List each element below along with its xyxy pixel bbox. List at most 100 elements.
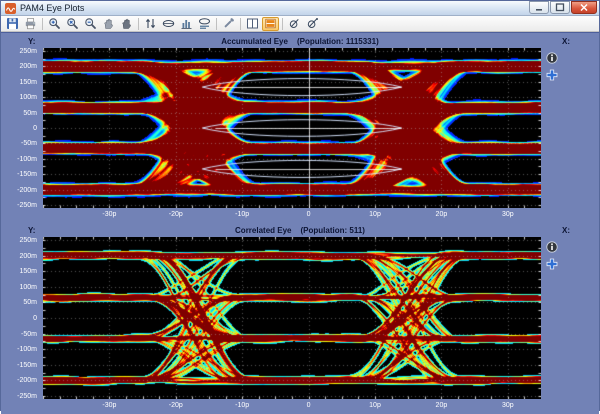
histogram-vertical-icon [180, 17, 193, 30]
titlebar[interactable]: PAM4 Eye Plots [1, 1, 599, 16]
x-axis-indicator: X: [562, 226, 570, 235]
print-icon [24, 17, 37, 30]
layout-rows-button[interactable] [262, 17, 279, 31]
population-label: (Population: 511) [301, 226, 365, 235]
wrench-icon [222, 17, 235, 30]
x-tick-label: 0 [307, 402, 311, 409]
pan-hand-alt-icon [120, 17, 133, 30]
x-tick-label: -20p [169, 402, 183, 409]
y-tick-label: 50m [23, 109, 37, 118]
correlated-eye-plot: Y: Correlated Eye(Population: 511) X: 25… [1, 224, 599, 413]
layout-columns-button[interactable] [244, 17, 261, 31]
toolbar-separator [42, 18, 43, 30]
maximize-button[interactable] [550, 1, 570, 14]
plot-header: Y: Correlated Eye(Population: 511) X: [1, 224, 599, 237]
y-tick-label: 150m [19, 267, 37, 276]
y-tick-label: 0 [33, 314, 37, 323]
y-tick-label: -50m [21, 139, 37, 148]
y-tick-label: 150m [19, 78, 37, 87]
population-label: (Population: 1115331) [297, 37, 379, 46]
save-button[interactable] [4, 17, 21, 31]
maximize-icon [555, 3, 565, 12]
histogram-horizontal-button[interactable] [196, 17, 213, 31]
x-axis-labels: -30p-20p-10p010p20p30p [43, 400, 541, 413]
plot-info-button[interactable] [545, 240, 558, 253]
layout-columns-icon [246, 17, 259, 30]
plot-side-toolbar [545, 240, 558, 270]
x-tick-label: 30p [502, 402, 514, 409]
zoom-out-button[interactable] [82, 17, 99, 31]
plus-icon [546, 258, 558, 270]
toolbar [1, 16, 599, 32]
correlated-eye-canvas[interactable] [43, 237, 541, 399]
plot-info-button[interactable] [545, 51, 558, 64]
pan-alt-button[interactable] [118, 17, 135, 31]
histogram-vertical-button[interactable] [178, 17, 195, 31]
y-axis-labels: 250m200m150m100m50m0-50m-100m-150m-200m-… [1, 237, 40, 399]
slashed-circle-button[interactable] [286, 17, 303, 31]
y-tick-label: 200m [19, 252, 37, 261]
y-tick-label: 50m [23, 298, 37, 307]
info-icon [546, 241, 558, 253]
y-axis-labels: 250m200m150m100m50m0-50m-100m-150m-200m-… [1, 48, 40, 208]
y-tick-label: -200m [17, 186, 37, 195]
x-tick-label: 20p [436, 211, 448, 218]
x-tick-label: 10p [369, 211, 381, 218]
y-tick-label: -250m [17, 392, 37, 401]
settings-wrench-button[interactable] [220, 17, 237, 31]
y-tick-label: 250m [19, 236, 37, 245]
info-icon [546, 52, 558, 64]
toolbar-separator [216, 18, 217, 30]
plot-title: Correlated Eye(Population: 511) [1, 226, 599, 235]
save-icon [6, 17, 19, 30]
zoom-in-button[interactable] [46, 17, 63, 31]
pan-button[interactable] [100, 17, 117, 31]
add-marker-button[interactable] [545, 257, 558, 270]
x-tick-label: 30p [502, 211, 514, 218]
y-tick-label: 200m [19, 62, 37, 71]
x-tick-label: -30p [102, 402, 116, 409]
zoom-x-button[interactable] [64, 17, 81, 31]
zoom-out-icon [84, 17, 97, 30]
y-tick-label: -150m [17, 361, 37, 370]
accumulated-eye-canvas[interactable] [43, 48, 541, 208]
close-button[interactable] [571, 1, 597, 14]
plot-title-text: Accumulated Eye [221, 37, 288, 46]
x-axis-indicator: X: [562, 37, 570, 46]
y-tick-label: 100m [19, 283, 37, 292]
fit-vertical-button[interactable] [142, 17, 159, 31]
app-window: PAM4 Eye Plots [0, 0, 600, 411]
x-tick-label: -30p [102, 211, 116, 218]
x-axis-labels: -30p-20p-10p010p20p30p [43, 209, 541, 222]
window-title: PAM4 Eye Plots [20, 3, 529, 14]
accumulated-eye-plot: Y: Accumulated Eye(Population: 1115331) … [1, 35, 599, 223]
y-tick-label: -50m [21, 330, 37, 339]
y-tick-label: -200m [17, 376, 37, 385]
y-tick-label: -100m [17, 155, 37, 164]
toolbar-separator [282, 18, 283, 30]
app-icon [5, 3, 16, 14]
window-controls [529, 1, 597, 16]
client-area: Y: Accumulated Eye(Population: 1115331) … [1, 32, 599, 414]
layout-rows-icon [264, 17, 277, 30]
slashed-circle-alt-icon [306, 17, 319, 30]
x-tick-label: 20p [436, 402, 448, 409]
minimize-button[interactable] [529, 1, 549, 14]
x-tick-label: -20p [169, 211, 183, 218]
eye-mask-icon [162, 17, 175, 30]
plus-icon [546, 69, 558, 81]
add-marker-button[interactable] [545, 68, 558, 81]
eye-mask-button[interactable] [160, 17, 177, 31]
plot-header: Y: Accumulated Eye(Population: 1115331) … [1, 35, 599, 48]
zoom-x-icon [66, 17, 79, 30]
print-button[interactable] [22, 17, 39, 31]
toolbar-separator [240, 18, 241, 30]
plot-title: Accumulated Eye (Population: 1115331) [1, 37, 599, 46]
fit-vertical-icon [144, 17, 157, 30]
y-tick-label: 100m [19, 93, 37, 102]
x-tick-label: -10p [235, 211, 249, 218]
y-tick-label: 250m [19, 47, 37, 56]
slashed-circle-alt-button[interactable] [304, 17, 321, 31]
y-tick-label: -250m [17, 201, 37, 210]
toolbar-separator [138, 18, 139, 30]
